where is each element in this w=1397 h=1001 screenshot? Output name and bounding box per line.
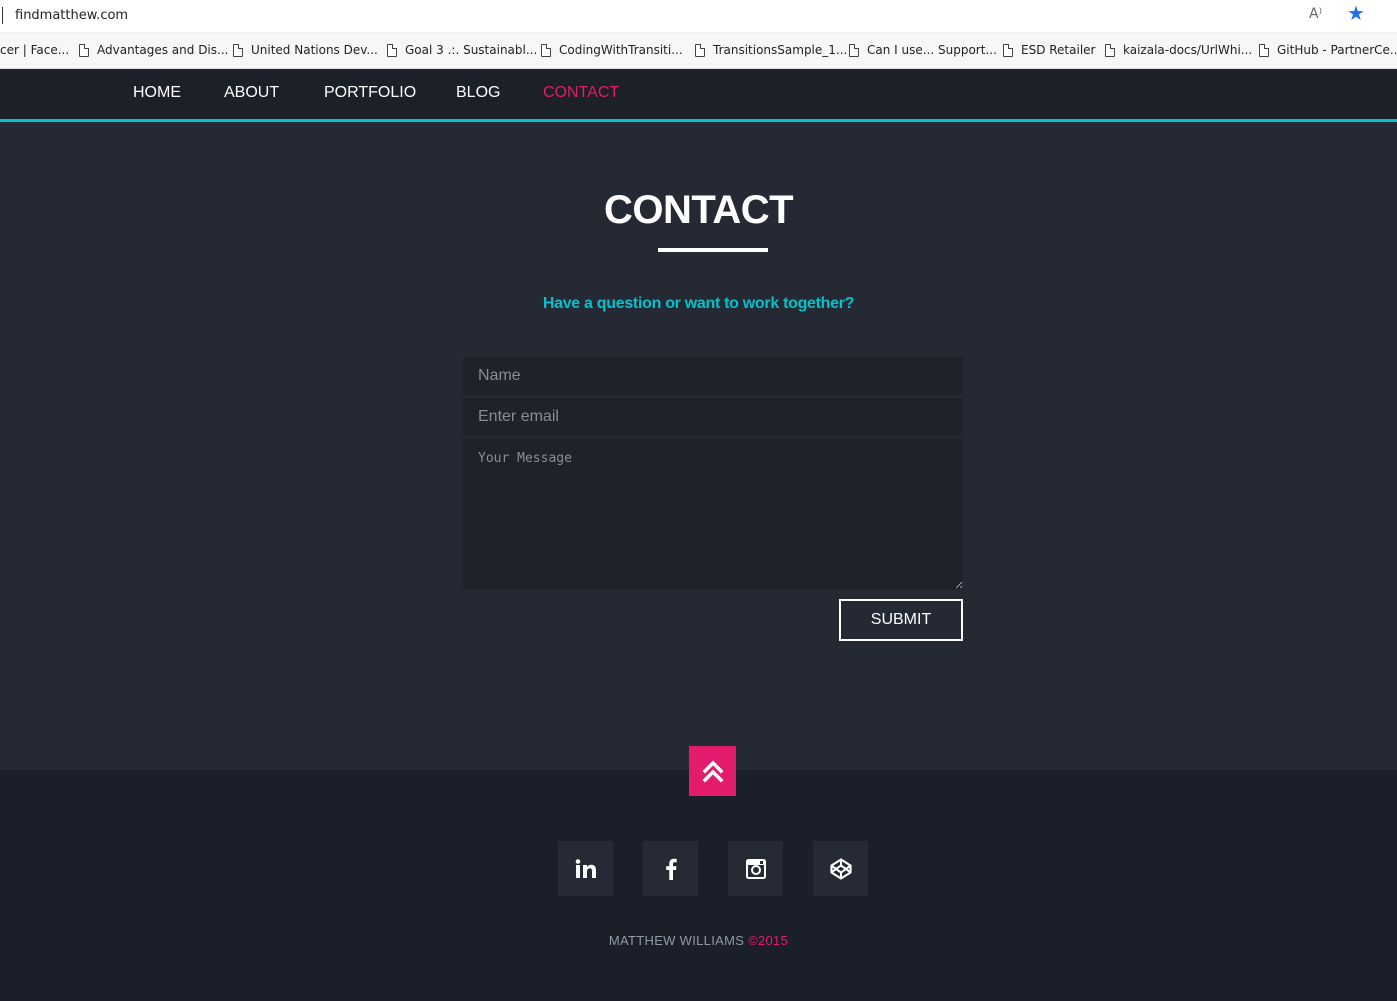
message-textarea[interactable] — [463, 439, 963, 589]
bookmark-label: kaizala-docs/UrlWhi... — [1123, 43, 1253, 57]
bookmarks-bar: cer | Face... Advantages and Dis... Unit… — [0, 33, 1397, 69]
bookmark-label: ESD Retailer — [1021, 43, 1096, 57]
site-nav: HOME ABOUT PORTFOLIO BLOG CONTACT — [0, 69, 1397, 119]
facebook-icon — [665, 858, 677, 880]
page-icon — [541, 43, 551, 57]
email-input[interactable] — [463, 398, 963, 436]
page-icon — [79, 43, 89, 57]
bookmark-label: Can I use... Support... — [867, 43, 997, 57]
linkedin-icon — [575, 858, 596, 878]
page-icon — [1259, 43, 1269, 57]
page-icon — [849, 43, 859, 57]
bookmark-label: CodingWithTransiti... — [559, 43, 683, 57]
contact-subtitle: Have a question or want to work together… — [542, 295, 855, 312]
bookmark-label: cer | Face... — [0, 43, 70, 57]
nav-portfolio[interactable]: PORTFOLIO — [324, 84, 416, 102]
instagram-icon — [745, 858, 766, 879]
double-chevron-up-icon — [702, 760, 723, 783]
copyright-text: MATTHEW WILLIAMS ©2015 — [0, 933, 1397, 948]
bookmark-item[interactable]: United Nations Dev... — [233, 43, 378, 57]
facebook-link[interactable] — [643, 841, 698, 896]
nav-contact[interactable]: CONTACT — [543, 84, 619, 102]
page-icon — [1003, 43, 1013, 57]
bookmark-item[interactable]: TransitionsSample_1... — [695, 43, 847, 57]
read-aloud-icon[interactable]: A⁾ — [1309, 6, 1322, 22]
bookmark-item[interactable]: GitHub - PartnerCe... — [1259, 43, 1397, 57]
bookmark-item[interactable]: Advantages and Dis... — [79, 43, 228, 57]
page-icon — [233, 43, 243, 57]
codepen-link[interactable] — [813, 841, 868, 896]
bookmark-label: TransitionsSample_1... — [713, 43, 848, 57]
name-input[interactable] — [463, 357, 963, 395]
bookmark-label: Goal 3 .:. Sustainabl... — [405, 43, 538, 57]
bookmark-item[interactable]: cer | Face... — [0, 43, 69, 57]
codepen-icon — [829, 857, 852, 880]
page-icon — [387, 43, 397, 57]
bookmark-label: United Nations Dev... — [251, 43, 378, 57]
bookmark-item[interactable]: Can I use... Support... — [849, 43, 997, 57]
bookmark-label: GitHub - PartnerCe... — [1277, 43, 1397, 57]
favorite-star-icon[interactable]: ★ — [1347, 4, 1365, 24]
bookmark-item[interactable]: kaizala-docs/UrlWhi... — [1105, 43, 1252, 57]
instagram-link[interactable] — [728, 841, 783, 896]
text-cursor — [2, 7, 3, 24]
contact-section: CONTACT Have a question or want to work … — [0, 122, 1397, 770]
page-icon — [695, 43, 705, 57]
copyright-year: ©2015 — [748, 933, 789, 948]
nav-about[interactable]: ABOUT — [224, 84, 279, 102]
nav-blog[interactable]: BLOG — [456, 84, 500, 102]
copyright-name: MATTHEW WILLIAMS — [608, 933, 749, 948]
page-icon — [1105, 43, 1115, 57]
linkedin-link[interactable] — [558, 841, 613, 896]
footer: MATTHEW WILLIAMS ©2015 — [0, 770, 1397, 1001]
bookmark-item[interactable]: CodingWithTransiti... — [541, 43, 683, 57]
submit-button[interactable]: SUBMIT — [839, 599, 963, 641]
address-bar[interactable]: findmatthew.com A⁾ ★ — [0, 0, 1397, 33]
page-title: CONTACT — [603, 188, 794, 232]
bookmark-item[interactable]: Goal 3 .:. Sustainabl... — [387, 43, 537, 57]
bookmark-item[interactable]: ESD Retailer — [1003, 43, 1095, 57]
bookmark-label: Advantages and Dis... — [97, 43, 229, 57]
url-text[interactable]: findmatthew.com — [15, 8, 128, 23]
nav-home[interactable]: HOME — [133, 84, 181, 102]
title-underline — [658, 248, 768, 252]
scroll-to-top-button[interactable] — [689, 746, 736, 796]
